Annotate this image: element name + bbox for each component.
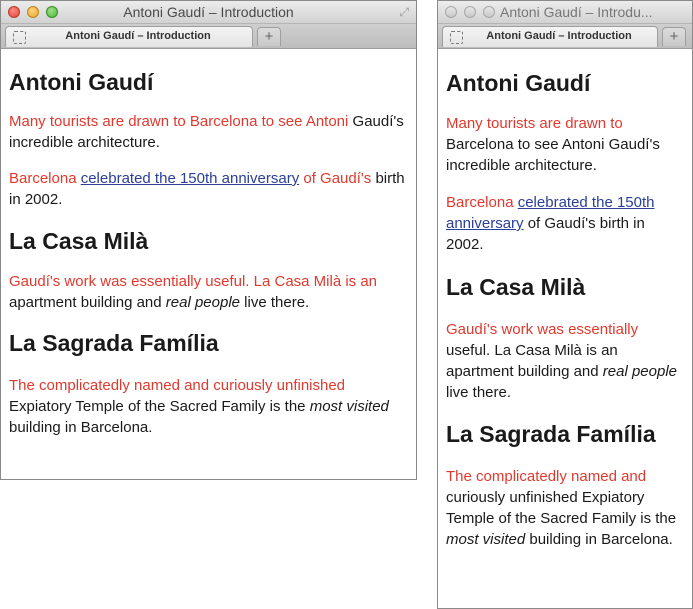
paragraph-anniversary: Barcelona celebrated the 150th anniversa… — [446, 192, 684, 255]
minimize-window-button[interactable] — [464, 6, 476, 18]
page-favicon-icon — [450, 31, 463, 44]
paragraph-anniversary: Barcelona celebrated the 150th anniversa… — [9, 168, 408, 210]
heading-la-sagrada-familia: La Sagrada Família — [9, 330, 219, 356]
tab-strip: Antoni Gaudí – Introduction + — [438, 24, 692, 49]
highlighted-text: Gaudí's work was essentially useful. La … — [9, 273, 378, 290]
new-tab-button[interactable]: + — [257, 27, 281, 46]
highlighted-text: Barcelona — [9, 170, 81, 187]
close-window-button[interactable] — [445, 6, 457, 18]
zoom-window-button[interactable] — [483, 6, 495, 18]
new-tab-button[interactable]: + — [662, 27, 686, 46]
tab-label: Antoni Gaudí – Introduction — [65, 30, 211, 42]
page-content: Antoni Gaudí Many tourists are drawn to … — [1, 68, 416, 438]
highlighted-text: Gaudí's work was essentially — [446, 321, 639, 338]
browser-window-wide: Antoni Gaudí – Introduction ⤢ Antoni Gau… — [0, 0, 417, 480]
body-text: curiously unfinished Expiatory Temple of… — [446, 489, 677, 527]
highlighted-text: Barcelona — [446, 194, 518, 211]
window-title: Antoni Gaudí – Introdu... — [500, 4, 653, 20]
heading-antoni-gaudi: Antoni Gaudí — [9, 69, 154, 95]
heading-la-casa-mila: La Casa Milà — [9, 228, 149, 254]
paragraph-sagrada-familia: The complicatedly named and curiously un… — [446, 466, 684, 550]
title-bar[interactable]: Antoni Gaudí – Introduction ⤢ — [1, 1, 416, 24]
highlighted-text: Many tourists are drawn to — [446, 115, 623, 132]
highlighted-text: The complicatedly named and curiously un… — [9, 377, 346, 394]
body-text: Expiatory Temple of the Sacred Family is… — [9, 398, 310, 415]
body-text: useful. La Casa Milà is an apartment bui… — [446, 342, 618, 380]
paragraph-casa-mila: Gaudí's work was essentially useful. La … — [9, 271, 408, 313]
window-title: Antoni Gaudí – Introduction — [123, 4, 294, 20]
tab-strip: Antoni Gaudí – Introduction + — [1, 24, 416, 49]
browser-window-narrow: Antoni Gaudí – Introdu... Antoni Gaudí –… — [437, 0, 693, 609]
paragraph-tourists: Many tourists are drawn to Barcelona to … — [446, 113, 684, 176]
paragraph-sagrada-familia: The complicatedly named and curiously un… — [9, 375, 408, 438]
body-text: Barcelona to see Antoni Gaudí's incredib… — [446, 136, 660, 174]
anniversary-link[interactable]: celebrated the 150th anniversary — [81, 170, 299, 187]
body-text: live there. — [240, 294, 310, 311]
tab-introduction[interactable]: Antoni Gaudí – Introduction — [442, 26, 658, 47]
highlighted-text: The complicatedly named and — [446, 468, 647, 485]
heading-la-sagrada-familia: La Sagrada Família — [446, 421, 656, 447]
emphasis-text: real people — [165, 294, 241, 311]
highlighted-text: Many tourists are drawn to Barcelona to … — [9, 113, 349, 130]
body-text: live there. — [446, 384, 512, 401]
tab-label: Antoni Gaudí – Introduction — [486, 30, 632, 42]
tab-introduction[interactable]: Antoni Gaudí – Introduction — [5, 26, 253, 47]
title-bar[interactable]: Antoni Gaudí – Introdu... — [438, 1, 692, 24]
emphasis-text: most visited — [309, 398, 389, 415]
traffic-lights — [445, 6, 495, 18]
highlighted-text: of Gaudí's — [299, 170, 372, 187]
heading-la-casa-mila: La Casa Milà — [446, 274, 586, 300]
body-text: building in Barcelona. — [525, 531, 673, 548]
page-content: Antoni Gaudí Many tourists are drawn to … — [438, 69, 692, 550]
emphasis-text: most visited — [446, 531, 526, 548]
page-favicon-icon — [13, 31, 26, 44]
paragraph-casa-mila: Gaudí's work was essentially useful. La … — [446, 319, 684, 403]
heading-antoni-gaudi: Antoni Gaudí — [446, 70, 591, 96]
fullscreen-icon[interactable]: ⤢ — [399, 6, 409, 18]
paragraph-tourists: Many tourists are drawn to Barcelona to … — [9, 111, 408, 153]
body-text: building in Barcelona. — [9, 419, 153, 436]
body-text: apartment building and — [9, 294, 166, 311]
emphasis-text: real people — [602, 363, 678, 380]
